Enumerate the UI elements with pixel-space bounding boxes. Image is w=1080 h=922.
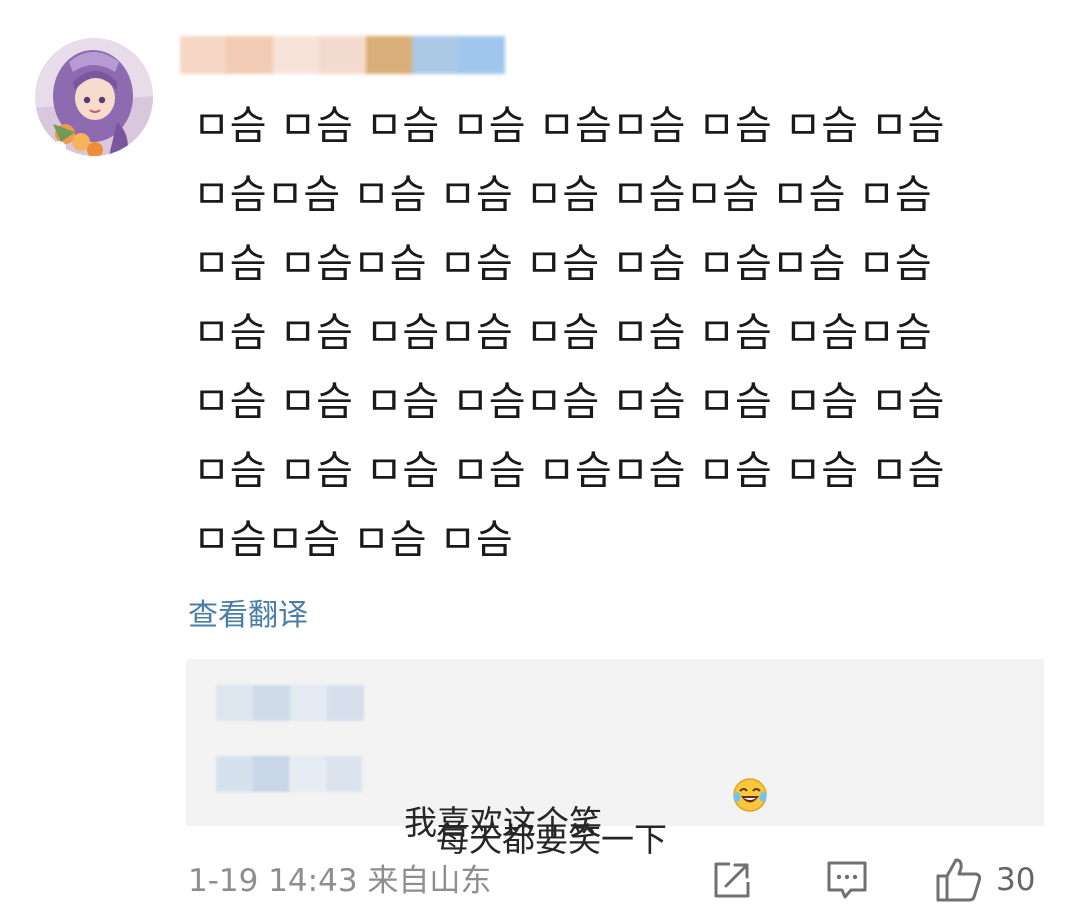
reply-author-redacted[interactable] xyxy=(216,756,362,792)
comment-line: ㅁ슴ㅁ슴 ㅁ슴 ㅁ슴 ㅁ슴 ㅁ슴ㅁ슴 ㅁ슴 ㅁ슴 xyxy=(193,172,932,218)
like-count: 30 xyxy=(996,862,1036,898)
view-translation-link[interactable]: 查看翻译 xyxy=(188,594,308,638)
comment-line: ㅁ슴 ㅁ슴 ㅁ슴 ㅁ슴ㅁ슴 ㅁ슴 ㅁ슴 ㅁ슴 ㅁ슴 xyxy=(193,379,945,425)
comment-line: ㅁ슴 ㅁ슴 ㅁ슴ㅁ슴 ㅁ슴 ㅁ슴 ㅁ슴 ㅁ슴ㅁ슴 xyxy=(193,310,932,356)
comment-line: ㅁ슴 ㅁ슴 ㅁ슴 ㅁ슴 ㅁ슴ㅁ슴 ㅁ슴 ㅁ슴 ㅁ슴 xyxy=(193,103,945,149)
comment-meta: 1-19 14:43 来自山东 xyxy=(188,863,492,899)
comment-text: ㅁ슴 ㅁ슴 ㅁ슴 ㅁ슴 ㅁ슴ㅁ슴 ㅁ슴 ㅁ슴 ㅁ슴 ㅁ슴ㅁ슴 ㅁ슴 ㅁ슴 ㅁ슴 … xyxy=(193,92,1053,575)
comment-line: ㅁ슴 ㅁ슴ㅁ슴 ㅁ슴 ㅁ슴 ㅁ슴 ㅁ슴ㅁ슴 ㅁ슴 xyxy=(193,241,932,287)
username-redacted[interactable] xyxy=(180,36,505,74)
laughing-tears-emoji-icon xyxy=(669,733,768,868)
like-button[interactable]: 30 xyxy=(934,856,1035,904)
thumbs-up-icon xyxy=(936,858,982,902)
comment-button[interactable] xyxy=(824,856,870,904)
share-button[interactable] xyxy=(710,856,754,904)
replies-panel[interactable]: 每天都要笑一下 我喜欢这个笑 xyxy=(186,659,1044,859)
reply-author-redacted[interactable] xyxy=(216,685,364,721)
avatar-illustration xyxy=(35,38,153,156)
comment-line: ㅁ슴 ㅁ슴 ㅁ슴 ㅁ슴 ㅁ슴ㅁ슴 ㅁ슴 ㅁ슴 ㅁ슴 xyxy=(193,448,945,494)
avatar[interactable] xyxy=(35,38,153,156)
reply-text: 我喜欢这个笑 xyxy=(403,803,602,842)
share-icon xyxy=(714,862,750,898)
comment-line: ㅁ슴ㅁ슴 ㅁ슴 ㅁ슴 xyxy=(193,517,513,563)
comment-icon xyxy=(827,861,867,899)
